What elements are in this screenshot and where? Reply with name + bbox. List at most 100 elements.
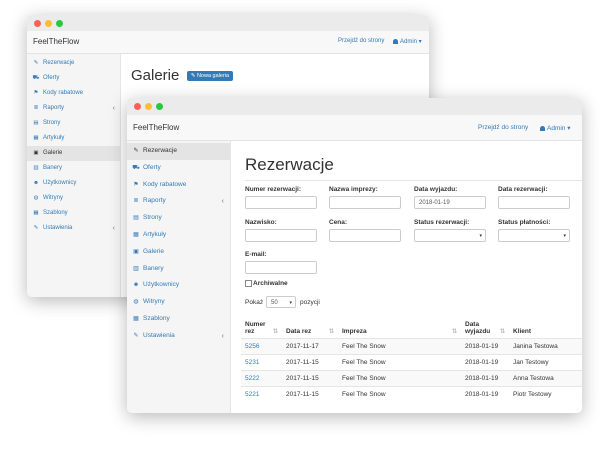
chevron-left-icon: ‹ <box>221 330 225 340</box>
sidebar-item-label: Szablony <box>143 314 170 322</box>
sidebar-item-label: Raporty <box>43 105 65 111</box>
cena-input[interactable] <box>329 229 401 242</box>
col-numer[interactable]: Numer rez ⇅ <box>241 318 282 338</box>
minimize-dot[interactable] <box>45 20 52 27</box>
wyjazd-input[interactable]: 2018-01-19 <box>414 196 486 209</box>
sidebar-item-oferty[interactable]: ⛟ Oferty <box>27 71 120 86</box>
show-prefix: Pokaż <box>245 299 264 306</box>
maximize-dot[interactable] <box>156 103 163 110</box>
list-icon: ≣ <box>33 105 39 111</box>
status-plat-label: Status płatności: <box>498 219 551 226</box>
sidebar-item-ustawienia[interactable]: ✎ Ustawienia ‹ <box>27 221 120 236</box>
show-suffix: pozycji <box>300 299 320 306</box>
cell-data-rez: 2017-11-15 <box>282 385 338 402</box>
reservations-table: Numer rez ⇅ Data rez ⇅ Impreza ⇅ Data wyjazd… <box>241 318 582 402</box>
sidebar-item-label: Rezerwacje <box>43 60 75 66</box>
close-dot[interactable] <box>134 103 141 110</box>
front-titlebar <box>127 98 582 115</box>
admin-menu[interactable]: Admin ▾ <box>393 38 422 45</box>
sidebar-item-szablony[interactable]: ▦ Szablony <box>27 206 120 221</box>
impreza-label: Nazwa imprezy: <box>329 186 378 193</box>
new-gallery-button[interactable]: ✎ Nowa galeria <box>186 71 234 81</box>
nazwisko-input[interactable] <box>245 229 317 242</box>
brand[interactable]: FeelTheFlow <box>33 37 79 46</box>
template-icon: ▦ <box>33 210 39 216</box>
status-rez-label: Status rezerwacji: <box>414 219 470 226</box>
picture-icon: ▣ <box>133 248 139 255</box>
sidebar-item-banery[interactable]: ▥ Banery <box>27 161 120 176</box>
sidebar-item-label: Użytkownicy <box>43 180 77 186</box>
banner-icon: ▥ <box>33 165 39 171</box>
sidebar-item-witryny[interactable]: ◍ Witryny <box>27 191 120 206</box>
reservation-link[interactable]: 5231 <box>245 359 259 366</box>
sidebar-item-galerie[interactable]: ▣ Galerie <box>127 244 230 261</box>
sidebar-item-rezerwacje[interactable]: ✎ Rezerwacje <box>27 56 120 71</box>
sidebar-item-kody-rabatowe[interactable]: ⚑ Kody rabatowe <box>27 86 120 101</box>
sidebar-item-raporty[interactable]: ≣ Raporty ‹ <box>27 101 120 116</box>
impreza-input[interactable] <box>329 196 401 209</box>
minimize-dot[interactable] <box>145 103 152 110</box>
sidebar-item-strony[interactable]: ▤ Strony <box>27 116 120 131</box>
sidebar-item-kody-rabatowe[interactable]: ⚑ Kody rabatowe <box>127 177 230 194</box>
table-header-row: Numer rez ⇅ Data rez ⇅ Impreza ⇅ Data wyjazd… <box>241 318 582 338</box>
sidebar-item-label: Oferty <box>43 75 60 81</box>
sort-icon: ⇅ <box>272 328 278 335</box>
sidebar-item-raporty[interactable]: ≣ Raporty ‹ <box>127 193 230 210</box>
cell-klient: Jan Testowy <box>509 353 582 370</box>
col-klient[interactable]: Klient <box>509 318 582 338</box>
back-main: Galerie ✎ Nowa galeria <box>131 67 234 85</box>
sidebar-item-artykuły[interactable]: ▦ Artykuły <box>127 227 230 244</box>
sort-icon: ⇅ <box>328 328 334 335</box>
cell-wyjazd: 2018-01-19 <box>461 337 509 354</box>
brand[interactable]: FeelTheFlow <box>133 123 179 132</box>
cell-numer: 5222 <box>241 369 282 386</box>
page-size-select[interactable]: 50 ▾ <box>266 296 296 308</box>
archiwalne-checkbox[interactable] <box>245 280 252 287</box>
goto-site-link[interactable]: Przejdź do strony <box>478 124 528 131</box>
close-dot[interactable] <box>34 20 41 27</box>
goto-site-link[interactable]: Przejdź do strony <box>338 38 384 44</box>
col-wyjazd[interactable]: Data wyjazdu ⇅ <box>461 318 509 338</box>
sidebar-item-ustawienia[interactable]: ✎ Ustawienia ‹ <box>127 328 230 345</box>
sidebar-item-oferty[interactable]: ⛟ Oferty <box>127 160 230 177</box>
settings-icon: ✎ <box>33 225 39 231</box>
email-label: E-mail: <box>245 251 267 258</box>
col-data-rez[interactable]: Data rez ⇅ <box>282 318 338 338</box>
col-impreza[interactable]: Impreza ⇅ <box>338 318 461 338</box>
reservation-link[interactable]: 5256 <box>245 343 259 350</box>
cell-impreza: Feel The Snow <box>338 353 461 370</box>
reservation-link[interactable]: 5222 <box>245 375 259 382</box>
sidebar-item-galerie[interactable]: ▣ Galerie <box>27 146 120 161</box>
chevron-down-icon: ▾ <box>479 233 482 239</box>
col-impreza-label: Impreza <box>342 327 367 335</box>
sidebar-item-użytkownicy[interactable]: ☻ Użytkownicy <box>127 277 230 294</box>
sidebar-item-rezerwacje[interactable]: ✎ Rezerwacje <box>127 143 230 160</box>
reservation-link[interactable]: 5221 <box>245 391 259 398</box>
data-rez-input[interactable] <box>498 196 570 209</box>
sidebar-item-strony[interactable]: ▤ Strony <box>127 210 230 227</box>
numer-input[interactable] <box>245 196 317 209</box>
cell-impreza: Feel The Snow <box>338 385 461 402</box>
sidebar-item-artykuły[interactable]: ▦ Artykuły <box>27 131 120 146</box>
sidebar-item-label: Galerie <box>143 247 164 255</box>
cell-numer: 5231 <box>241 353 282 370</box>
cena-label: Cena: <box>329 219 348 226</box>
status-plat-select[interactable]: ▾ <box>498 229 570 242</box>
list-icon: ≣ <box>133 198 139 205</box>
title-divider <box>245 180 582 181</box>
sidebar-item-label: Szablony <box>43 210 68 216</box>
sidebar-item-banery[interactable]: ▥ Banery <box>127 261 230 278</box>
numer-label: Numer rezerwacji: <box>245 186 301 193</box>
email-input[interactable] <box>245 261 317 274</box>
globe-icon: ◍ <box>133 299 139 306</box>
sidebar-item-użytkownicy[interactable]: ☻ Użytkownicy <box>27 176 120 191</box>
maximize-dot[interactable] <box>56 20 63 27</box>
sidebar-item-witryny[interactable]: ◍ Witryny <box>127 294 230 311</box>
status-rez-select[interactable]: ▾ <box>414 229 486 242</box>
sidebar-item-label: Raporty <box>143 197 166 205</box>
sidebar-item-szablony[interactable]: ▦ Szablony <box>127 311 230 328</box>
front-sidebar: ✎ Rezerwacje ⛟ Oferty ⚑ Kody rabatowe ≣ Raporty… <box>127 141 231 413</box>
admin-menu[interactable]: Admin ▾ <box>540 124 571 132</box>
users-icon: ☻ <box>33 180 39 186</box>
sort-icon: ⇅ <box>499 328 505 335</box>
